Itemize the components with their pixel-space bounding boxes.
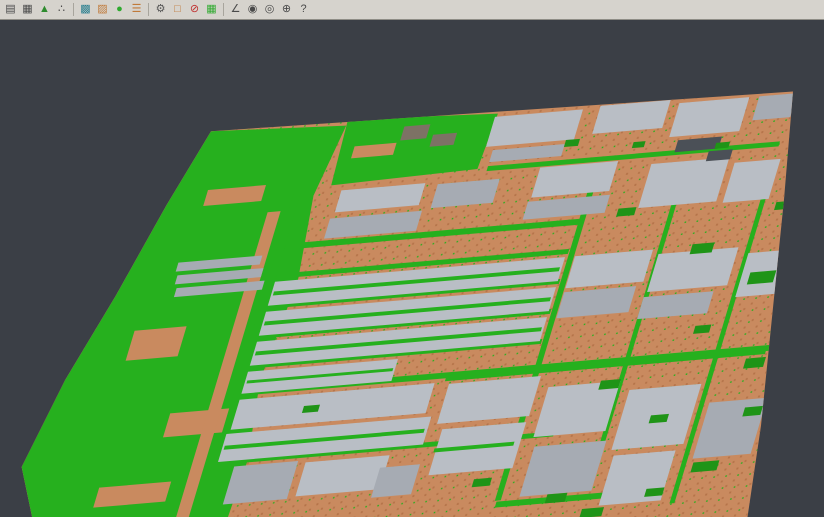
camera-view-icon[interactable]: ◎ bbox=[262, 2, 277, 17]
main-toolbar: ▤▦▲∴▩▨●☰⚙□⊘▦∠◉◎⊕? bbox=[0, 0, 824, 20]
grid-icon[interactable]: ▦ bbox=[204, 2, 219, 17]
measure-icon[interactable]: ∠ bbox=[228, 2, 243, 17]
zoom-extents-icon[interactable]: ⊕ bbox=[279, 2, 294, 17]
building-footprint bbox=[430, 133, 458, 147]
building-footprint bbox=[400, 124, 430, 140]
select-area-icon[interactable]: □ bbox=[170, 2, 185, 17]
help-icon[interactable]: ? bbox=[296, 2, 311, 17]
mesh-icon[interactable]: ▩ bbox=[78, 2, 93, 17]
vegetation-cluster bbox=[564, 139, 580, 147]
building-footprint bbox=[223, 461, 298, 504]
open-file-icon[interactable]: ▤ bbox=[3, 2, 18, 17]
terrain-icon[interactable]: ▲ bbox=[37, 2, 52, 17]
vegetation-cluster bbox=[742, 406, 763, 417]
delete-icon[interactable]: ⊘ bbox=[187, 2, 202, 17]
vegetation-cluster bbox=[693, 325, 711, 334]
application-window: ▤▦▲∴▩▨●☰⚙□⊘▦∠◉◎⊕? bbox=[0, 0, 824, 517]
layers-icon[interactable]: ☰ bbox=[129, 2, 144, 17]
globe-icon[interactable]: ◉ bbox=[245, 2, 260, 17]
ground-patch bbox=[126, 326, 187, 360]
classify-icon[interactable]: ● bbox=[112, 2, 127, 17]
vegetation-cluster bbox=[632, 141, 646, 148]
texture-icon[interactable]: ▨ bbox=[95, 2, 110, 17]
toolbar-separator bbox=[148, 3, 149, 16]
point-cloud-icon[interactable]: ∴ bbox=[54, 2, 69, 17]
save-icon[interactable]: ▦ bbox=[20, 2, 35, 17]
toolbar-separator bbox=[73, 3, 74, 16]
toolbar-separator bbox=[223, 3, 224, 16]
building-footprint bbox=[669, 97, 749, 137]
3d-viewport[interactable] bbox=[0, 0, 824, 517]
building-footprint bbox=[638, 157, 729, 208]
vegetation-cluster bbox=[743, 357, 766, 369]
settings-icon[interactable]: ⚙ bbox=[153, 2, 168, 17]
